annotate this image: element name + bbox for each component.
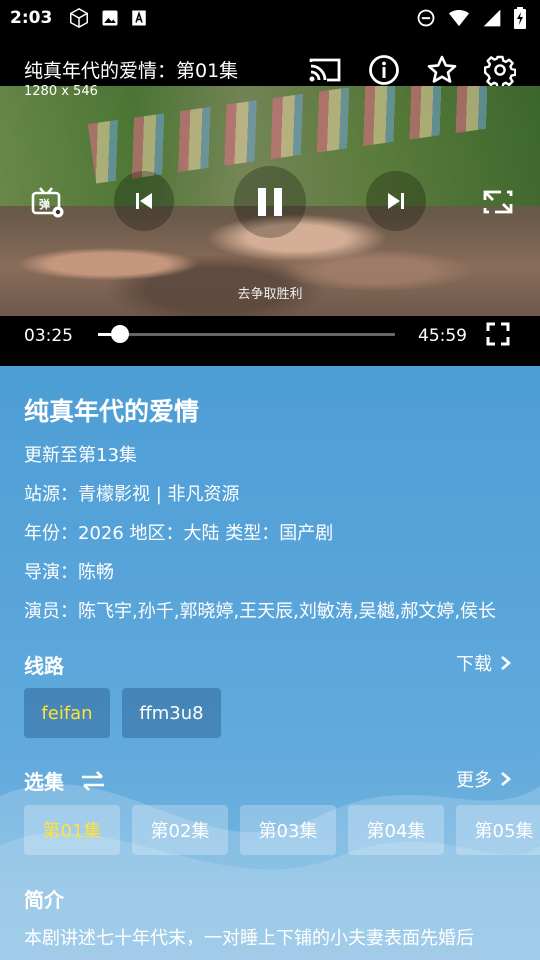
image-icon xyxy=(100,8,120,28)
chevron-right-icon xyxy=(501,656,511,670)
episode-chip[interactable]: 第05集 xyxy=(456,805,540,855)
episode-chip[interactable]: 第04集 xyxy=(348,805,444,855)
swap-order-icon[interactable] xyxy=(80,770,106,792)
episode-chip-label: 第04集 xyxy=(366,821,426,842)
video-title: 纯真年代的爱情：第01集 xyxy=(24,60,239,82)
detail-panel: 纯真年代的爱情 更新至第13集 站源：青檬影视 | 非凡资源 年份：2026 地… xyxy=(0,366,540,960)
fullscreen-icon[interactable] xyxy=(486,322,510,350)
next-button[interactable] xyxy=(366,171,426,231)
episodes-heading: 选集 xyxy=(24,766,106,795)
wifi-icon xyxy=(448,8,470,28)
settings-icon[interactable] xyxy=(483,54,517,90)
download-label: 下载 xyxy=(456,654,492,675)
routes-label: 线路 xyxy=(24,654,64,678)
video-subtitle: 去争取胜利 xyxy=(237,287,303,302)
pause-button[interactable] xyxy=(234,166,306,238)
skip-previous-icon xyxy=(136,193,152,209)
skip-next-icon xyxy=(388,193,404,209)
update-status: 更新至第13集 xyxy=(24,445,137,466)
episode-chip-label: 第05集 xyxy=(474,821,534,842)
previous-button[interactable] xyxy=(114,171,174,231)
episode-chip-label: 第02集 xyxy=(150,821,210,842)
show-title: 纯真年代的爱情 xyxy=(24,397,200,426)
star-icon[interactable] xyxy=(426,54,458,90)
download-button[interactable]: 下载 xyxy=(456,650,512,676)
svg-text:弹: 弹 xyxy=(39,197,50,211)
route-chip[interactable]: feifan xyxy=(24,688,110,738)
total-time: 45:59 xyxy=(418,326,467,346)
status-bar: 2:03 xyxy=(0,0,540,36)
episodes-label: 选集 xyxy=(24,770,64,794)
cast-icon[interactable] xyxy=(308,56,342,88)
more-label: 更多 xyxy=(456,770,492,791)
routes-heading: 线路 xyxy=(24,650,64,679)
font-icon xyxy=(130,8,148,28)
episode-chip[interactable]: 第01集 xyxy=(24,805,120,855)
seek-bar-thumb[interactable] xyxy=(110,325,129,343)
pause-icon xyxy=(258,188,282,216)
synopsis-heading: 简介 xyxy=(24,884,64,913)
source-line: 站源：青檬影视 | 非凡资源 xyxy=(24,484,240,505)
synopsis-label: 简介 xyxy=(24,888,64,912)
cube-icon xyxy=(68,7,90,29)
do-not-disturb-icon xyxy=(416,8,436,28)
info-icon[interactable] xyxy=(368,54,400,90)
route-chip-label: feifan xyxy=(41,702,93,724)
seek-bar[interactable] xyxy=(98,325,395,343)
chevron-right-icon xyxy=(501,772,511,786)
battery-icon xyxy=(514,7,526,29)
synopsis-text: 本剧讲述七十年代末，一对睡上下铺的小夫妻表面先婚后 xyxy=(24,928,474,949)
route-chip[interactable]: ffm3u8 xyxy=(122,688,221,738)
status-time: 2:03 xyxy=(10,8,53,28)
danmaku-icon[interactable]: 弹 xyxy=(30,184,66,220)
route-chip-label: ffm3u8 xyxy=(139,702,204,724)
director-line: 导演：陈畅 xyxy=(24,562,114,583)
meta-line: 年份：2026 地区：大陆 类型：国产剧 xyxy=(24,523,334,544)
episode-chip-label: 第01集 xyxy=(42,821,102,842)
signal-icon xyxy=(482,8,502,28)
cast-line: 演员：陈飞宇,孙千,郭晓婷,王天辰,刘敏涛,吴樾,郝文婷,侯长 xyxy=(24,601,497,622)
aspect-ratio-icon[interactable] xyxy=(480,184,516,220)
episode-chip[interactable]: 第03集 xyxy=(240,805,336,855)
video-resolution: 1280 x 546 xyxy=(24,84,98,99)
more-episodes-button[interactable]: 更多 xyxy=(456,766,512,792)
episode-chip[interactable]: 第02集 xyxy=(132,805,228,855)
current-time: 03:25 xyxy=(24,326,73,346)
video-player[interactable]: 纯真年代的爱情：第01集 1280 x 546 弹 去争取胜利 03:25 45… xyxy=(0,36,540,366)
episode-chip-label: 第03集 xyxy=(258,821,318,842)
